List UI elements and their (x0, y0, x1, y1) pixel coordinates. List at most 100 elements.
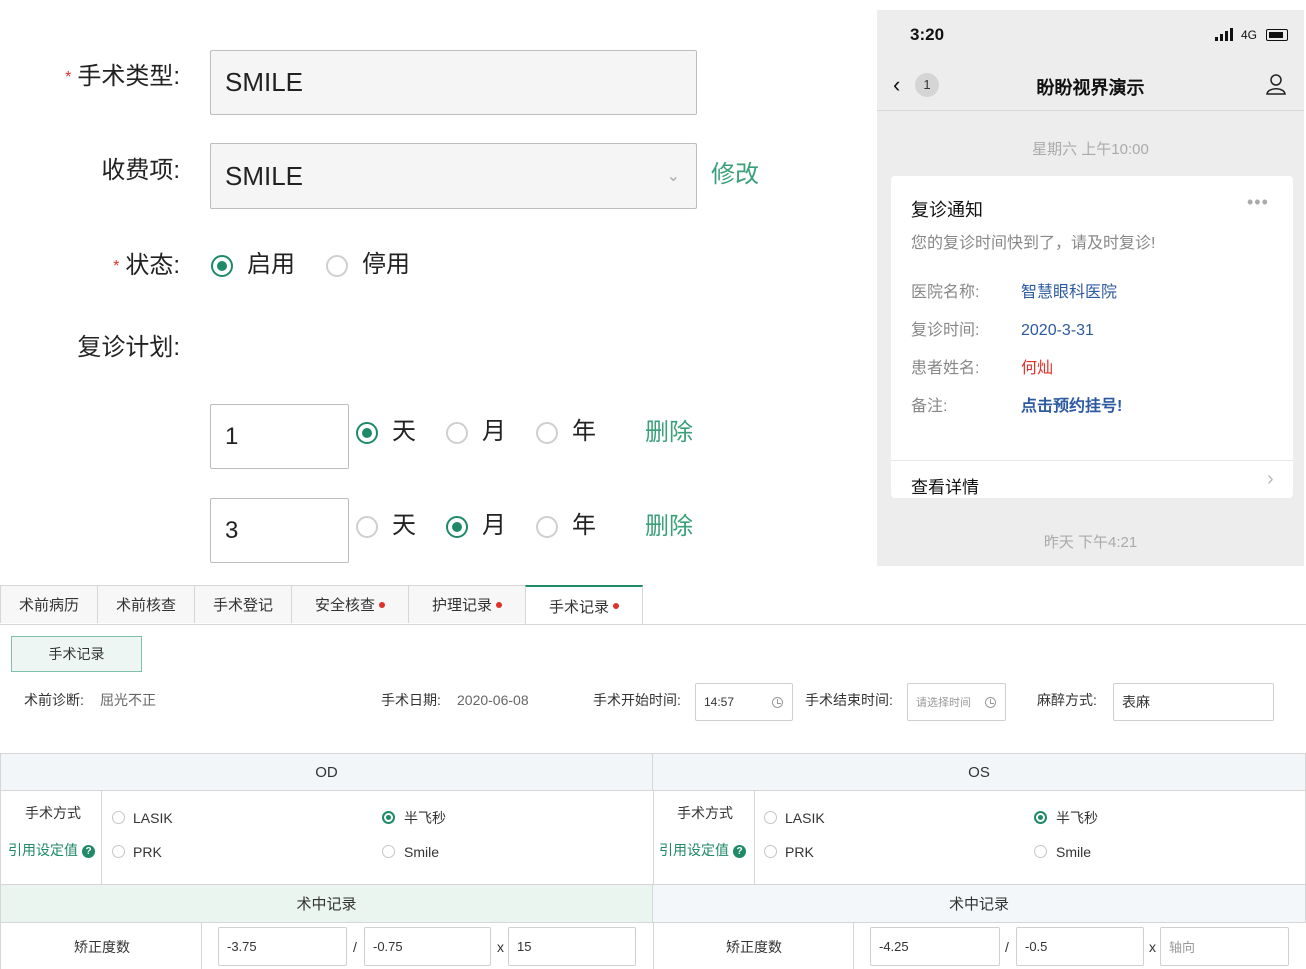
end-time-placeholder: 请选择时间 (916, 697, 971, 709)
status-disabled-radio[interactable] (326, 255, 348, 277)
plan-2-delete-link[interactable]: 删除 (645, 512, 693, 542)
tab-surgery-record[interactable]: 手术记录 (525, 585, 643, 625)
od-sphere-input[interactable]: -3.75 (218, 927, 347, 966)
od-lasik-radio[interactable] (112, 811, 125, 824)
os-axis-input[interactable]: 轴向 (1160, 927, 1289, 966)
clock-icon (985, 697, 996, 708)
os-axis-placeholder: 轴向 (1169, 940, 1196, 955)
od-lasik-label: LASIK (133, 810, 173, 826)
details-link[interactable]: 查看详情 (911, 473, 979, 498)
plan-1-input[interactable]: 1 (210, 404, 349, 469)
notification-card[interactable]: 复诊通知 ••• 您的复诊时间快到了，请及时复诊! 医院名称: 智慧眼科医院 复… (891, 176, 1293, 498)
slash-separator: / (1005, 939, 1009, 955)
tab-label: 手术登记 (212, 597, 273, 614)
start-time-input[interactable]: 14:57 (695, 683, 793, 721)
row-label: 备注: (911, 398, 948, 415)
end-time-label: 手术结束时间: (805, 692, 893, 708)
os-sphere-input[interactable]: -4.25 (870, 927, 1000, 966)
od-method-label: 手术方式 (25, 805, 81, 821)
od-prk-label: PRK (133, 844, 162, 860)
plan-1-year-radio[interactable] (536, 422, 558, 444)
os-sphere-value: -4.25 (879, 939, 909, 954)
plan-1-month-label: 月 (482, 418, 506, 445)
od-cite-link[interactable]: 引用设定值? (8, 841, 95, 859)
od-semi-femto-radio[interactable] (382, 811, 395, 824)
phone-preview: 3:20 4G ‹ 1 盼盼视界演示 星期六 上午10:00 复诊通知 ••• … (877, 10, 1304, 566)
divider (754, 791, 755, 885)
surgery-record-panel: 手术记录 术前诊断: 屈光不正 手术日期: 2020-06-08 手术开始时间:… (0, 624, 1306, 969)
od-prk-radio[interactable] (112, 845, 125, 858)
od-cyl-input[interactable]: -0.75 (364, 927, 491, 966)
os-prk-radio[interactable] (764, 845, 777, 858)
more-icon[interactable]: ••• (1247, 192, 1269, 213)
plan-1-day-radio[interactable] (356, 422, 378, 444)
fee-select[interactable]: SMILE ⌄ (210, 143, 697, 209)
status-enabled-radio[interactable] (211, 255, 233, 277)
plan-1-delete-link[interactable]: 删除 (645, 418, 693, 448)
divider (653, 923, 654, 969)
row-value[interactable]: 点击预约挂号! (1021, 397, 1122, 417)
plan-1-value: 1 (225, 422, 239, 450)
plan-2-year-radio[interactable] (536, 516, 558, 538)
plan-2-month-label: 月 (482, 512, 506, 539)
os-lasik-radio[interactable] (764, 811, 777, 824)
battery-icon (1266, 29, 1288, 41)
os-cyl-input[interactable]: -0.5 (1016, 927, 1144, 966)
tab-nursing-record[interactable]: 护理记录 (408, 585, 526, 623)
od-axis-input[interactable]: 15 (508, 927, 636, 966)
os-smile-radio[interactable] (1034, 845, 1047, 858)
user-icon[interactable] (1265, 73, 1287, 95)
alert-dot (613, 603, 619, 609)
plan-2-day-label: 天 (392, 512, 416, 539)
plan-2-input[interactable]: 3 (210, 498, 349, 563)
status-label: * 状态: (113, 252, 180, 279)
slash-separator: / (353, 939, 357, 955)
tab-surgery-registration[interactable]: 手术登记 (194, 585, 292, 623)
od-sphere-value: -3.75 (227, 939, 257, 954)
anesthesia-value: 表麻 (1122, 694, 1150, 710)
os-smile-label: Smile (1056, 844, 1092, 860)
os-intraop-header: 术中记录 (653, 884, 1306, 923)
tab-preop-check[interactable]: 术前核查 (97, 585, 195, 623)
fee-value: SMILE (225, 160, 304, 191)
record-tabs: 术前病历 术前核查 手术登记 安全核查 护理记录 手术记录 (0, 585, 643, 625)
row-label: 患者姓名: (911, 360, 980, 377)
modify-link[interactable]: 修改 (711, 160, 759, 190)
plan-2-month-radio[interactable] (446, 516, 468, 538)
os-lasik-label: LASIK (785, 810, 825, 826)
od-axis-value: 15 (517, 939, 532, 954)
help-icon[interactable]: ? (82, 844, 95, 858)
anesthesia-input[interactable]: 表麻 (1113, 683, 1274, 721)
tab-safety-check[interactable]: 安全核查 (291, 585, 409, 623)
card-row-note: 备注: 点击预约挂号! (911, 397, 1122, 417)
plan-2-day-radio[interactable] (356, 516, 378, 538)
alert-dot (496, 601, 502, 608)
plan-2-year-label: 年 (572, 512, 596, 539)
divider (0, 791, 1, 885)
x-separator: x (1149, 939, 1156, 955)
tab-preop-record[interactable]: 术前病历 (0, 585, 98, 623)
od-semi-femto-label: 半飞秒 (404, 810, 446, 826)
timestamp-bottom: 昨天 下午4:21 (1043, 534, 1138, 551)
tab-label: 术前核查 (115, 597, 176, 614)
anesthesia-label: 麻醉方式: (1037, 692, 1097, 708)
plan-1-month-radio[interactable] (446, 422, 468, 444)
divider (0, 923, 1, 969)
card-title: 复诊通知 (911, 200, 983, 220)
surgery-record-button[interactable]: 手术记录 (11, 636, 142, 672)
help-icon[interactable]: ? (733, 844, 746, 858)
end-time-input[interactable]: 请选择时间 (907, 683, 1006, 721)
os-semi-femto-radio[interactable] (1034, 811, 1047, 824)
os-cite-link[interactable]: 引用设定值? (659, 841, 746, 859)
od-intraop-header: 术中记录 (0, 884, 653, 923)
chevron-down-icon: ⌄ (666, 168, 680, 185)
pre-diagnosis-label: 术前诊断: (24, 692, 84, 708)
surgery-type-input[interactable]: SMILE (210, 50, 697, 115)
fee-label: 收费项: (101, 157, 180, 184)
od-header: OD (0, 753, 653, 791)
divider (101, 791, 102, 885)
pre-diagnosis-value: 屈光不正 (100, 692, 156, 708)
surgery-date-label: 手术日期: (381, 692, 441, 708)
od-smile-radio[interactable] (382, 845, 395, 858)
card-divider (891, 460, 1293, 461)
